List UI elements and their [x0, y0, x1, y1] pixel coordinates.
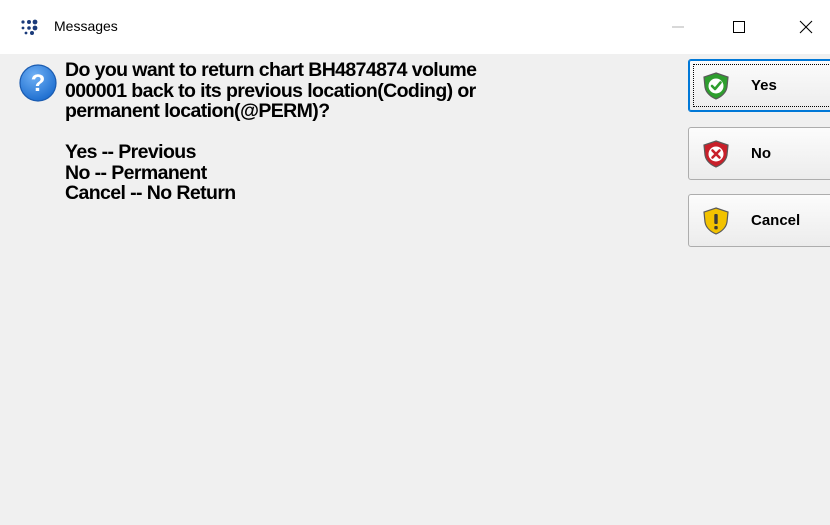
- no-button[interactable]: No: [688, 127, 830, 180]
- cancel-label: Cancel: [751, 212, 801, 229]
- message-text: Do you want to return chart BH4874874 vo…: [65, 60, 665, 204]
- option-yes-text: Yes -- Previous: [65, 141, 196, 163]
- no-label: No: [751, 145, 771, 162]
- message-line: Do you want to return chart BH4874874 vo…: [65, 59, 477, 81]
- close-button[interactable]: [783, 0, 829, 54]
- yes-label: Yes: [751, 77, 777, 94]
- title-bar[interactable]: Messages: [0, 0, 830, 54]
- question-icon: ?: [19, 64, 57, 102]
- message-line: 000001 back to its previous location(Cod…: [65, 79, 476, 102]
- app-dots-icon: [21, 19, 38, 35]
- svg-text:?: ?: [31, 70, 46, 97]
- dialog-content: ? Do you want to return chart BH4874874 …: [0, 54, 830, 525]
- message-line: permanent location(@PERM)?: [65, 100, 330, 122]
- shield-warning-icon: [703, 207, 729, 235]
- option-no-text: No -- Permanent: [65, 161, 207, 184]
- cancel-button[interactable]: Cancel: [688, 194, 830, 247]
- maximize-button[interactable]: [716, 0, 762, 54]
- minimize-button[interactable]: [655, 0, 701, 54]
- shield-check-icon: [703, 72, 729, 100]
- option-cancel-text: Cancel -- No Return: [65, 182, 236, 204]
- window-title: Messages: [54, 18, 118, 34]
- shield-x-icon: [703, 140, 729, 168]
- maximize-icon: [733, 21, 745, 33]
- close-icon: [799, 20, 813, 34]
- minimize-icon: [672, 26, 684, 28]
- yes-button[interactable]: Yes: [688, 59, 830, 112]
